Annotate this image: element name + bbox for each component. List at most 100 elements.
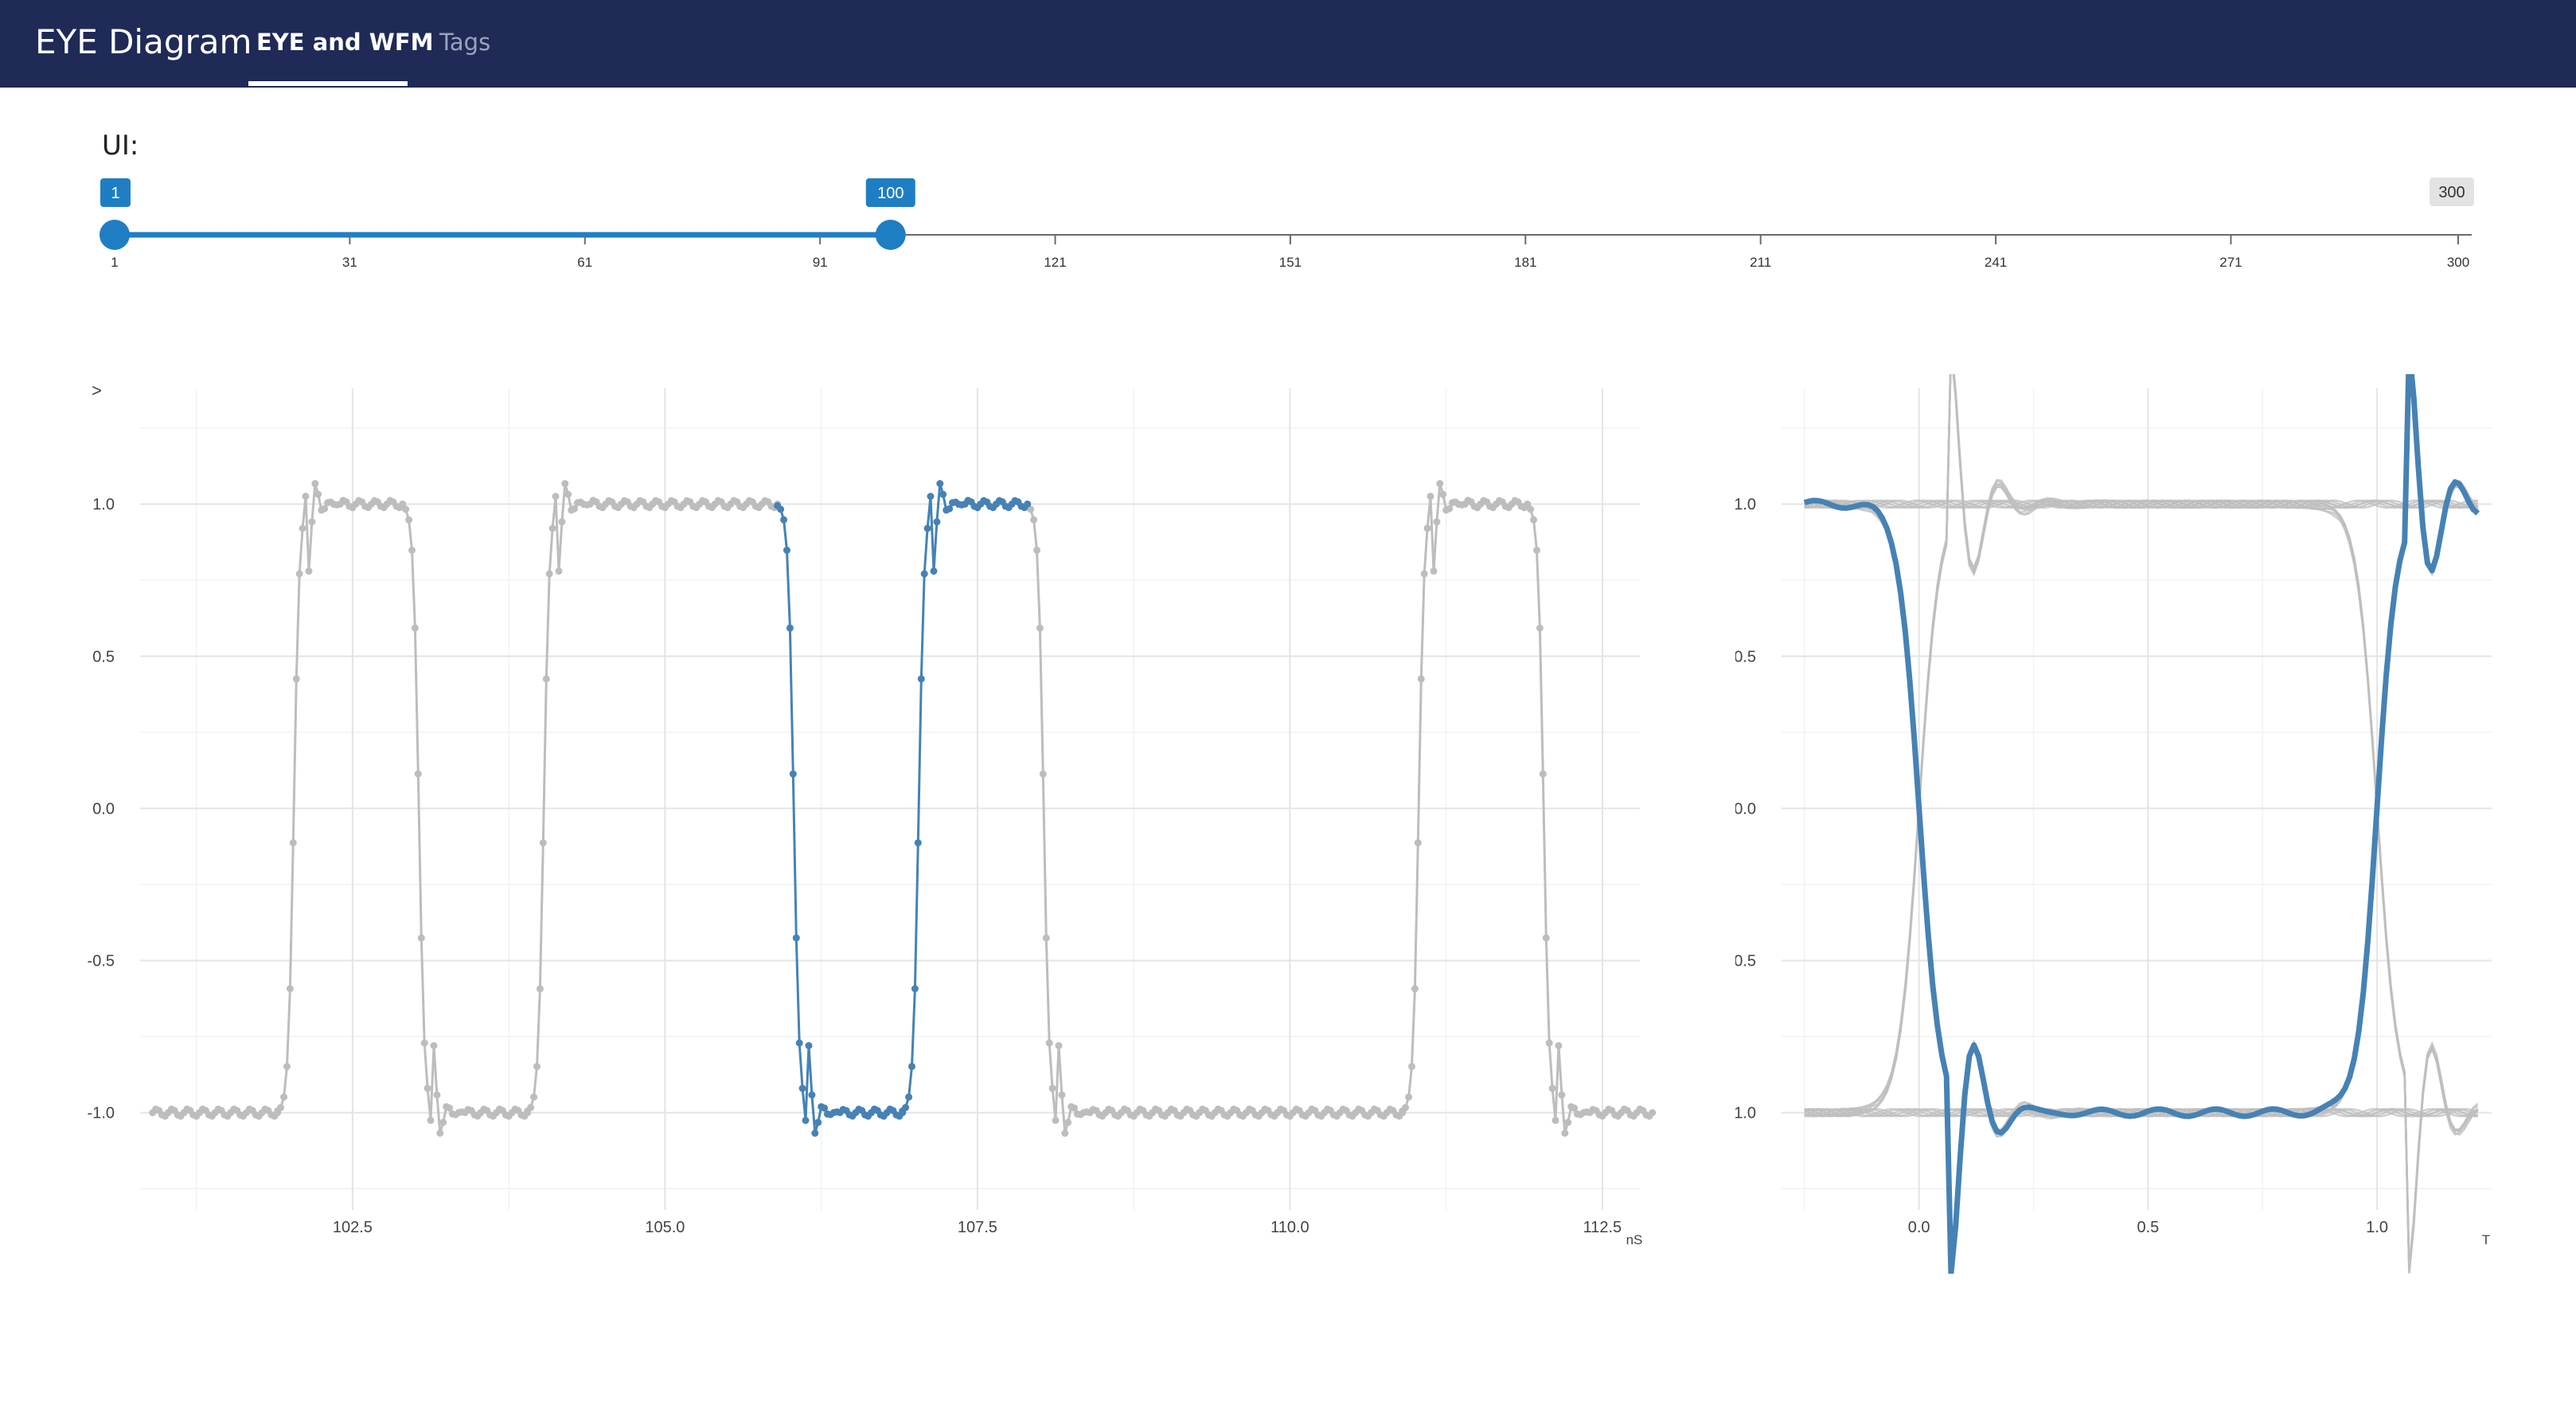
waveform-sample-point <box>402 506 410 513</box>
x-tick-label: 112.5 <box>1583 1219 1622 1236</box>
waveform-sample-point <box>280 1093 288 1101</box>
y-tick-label: -1.0 <box>1735 1105 1756 1122</box>
waveform-sample-point <box>946 505 954 513</box>
waveform-sample-point <box>939 490 947 498</box>
waveform-sample-point <box>1033 546 1040 554</box>
waveform-sample-point <box>1564 1118 1572 1126</box>
waveform-sample-point <box>1555 1042 1563 1049</box>
waveform-bit-segment <box>776 505 904 1134</box>
waveform-sample-point <box>311 480 319 487</box>
waveform-sample-point <box>571 505 579 513</box>
waveform-sample-point <box>1427 493 1434 500</box>
waveform-sample-point <box>308 518 316 525</box>
waveform-sample-point <box>292 675 300 683</box>
waveform-sample-point <box>1417 675 1425 683</box>
waveform-sample-point <box>786 624 794 632</box>
waveform-sample-point <box>1649 1109 1657 1117</box>
waveform-sample-point <box>1048 1084 1056 1092</box>
waveform-sample-point <box>321 505 329 513</box>
waveform-sample-point <box>1402 1103 1410 1111</box>
slider-tick-label: 91 <box>813 255 828 270</box>
waveform-sample-point <box>1423 525 1431 533</box>
waveform-sample-point <box>927 493 935 500</box>
ui-range-slider[interactable]: 1 31 61 91 121 151 181 211 241 271 300 1 100 300 <box>0 167 2576 279</box>
waveform-sample-point <box>1045 1039 1053 1047</box>
waveform-sample-point <box>530 1093 538 1101</box>
slider-to-label: 100 <box>877 185 904 202</box>
waveform-sample-point <box>555 567 563 575</box>
x-tick-label: 1.0 <box>2366 1219 2388 1236</box>
slider-tick-label: 271 <box>2219 255 2242 270</box>
slider-tick-label: 241 <box>1985 255 2007 270</box>
waveform-sample-point <box>423 1084 431 1092</box>
waveform-sample-point <box>414 770 422 778</box>
waveform-sample-point <box>798 1084 806 1092</box>
slider-from-handle[interactable] <box>100 220 130 250</box>
waveform-sample-point <box>1439 490 1447 498</box>
waveform-sample-point <box>427 1116 435 1124</box>
waveform-sample-point <box>545 570 553 578</box>
waveform-sample-point <box>1446 505 1454 513</box>
x-tick-label: 105.0 <box>645 1219 685 1236</box>
waveform-sample-point <box>1061 1130 1069 1137</box>
y-tick-label: 0.0 <box>1735 800 1756 818</box>
waveform-sample-point <box>536 985 544 993</box>
waveform-sample-point <box>1533 546 1540 554</box>
waveform-sample-point <box>1433 518 1441 525</box>
slider-max-label: 300 <box>2438 184 2465 201</box>
slider-tick-label: 61 <box>577 255 592 270</box>
waveform-sample-point <box>1052 1116 1060 1124</box>
waveform-sample-point <box>558 518 566 525</box>
waveform-sample-point <box>1530 516 1538 524</box>
x-tick-label: 0.5 <box>2137 1219 2159 1236</box>
waveform-sample-point <box>792 934 800 942</box>
waveform-sample-point <box>302 493 310 500</box>
y-tick-label: -1.0 <box>88 1105 115 1122</box>
y-axis-title: > <box>92 381 102 400</box>
waveform-sample-point <box>1414 839 1422 847</box>
tab-eye-and-wfm[interactable]: EYE and WFM <box>256 29 433 56</box>
x-tick-label: 107.5 <box>958 1219 997 1236</box>
waveform-sample-point <box>814 1118 822 1126</box>
waveform-sample-point <box>936 480 944 487</box>
waveform-chart[interactable]: >102.5 105.0 107.5 110.0 112.5 1.0 0.5 0.0 -0.5 -… <box>0 374 1672 1274</box>
waveform-sample-point <box>439 1118 447 1126</box>
waveform-sample-point <box>1411 985 1419 993</box>
y-tick-label: 0.5 <box>1735 648 1756 666</box>
waveform-sample-point <box>1064 1118 1072 1126</box>
slider-tick-label: 1 <box>111 255 118 270</box>
app-title[interactable]: EYE Diagram <box>35 22 252 61</box>
x-tick-label: 0.0 <box>1908 1219 1930 1236</box>
waveform-sample-point <box>1558 1091 1566 1099</box>
waveform-sample-point <box>789 770 797 778</box>
waveform-sample-point <box>539 839 547 847</box>
waveform-bit-segment <box>1526 505 1653 1134</box>
slider-ticks: 1 31 61 91 121 151 181 211 241 271 300 <box>111 235 2469 270</box>
waveform-sample-point <box>289 839 297 847</box>
y-tick-label: 1.0 <box>92 496 115 513</box>
waveform-sample-point <box>1527 506 1535 513</box>
waveform-sample-point <box>548 525 556 533</box>
navbar: EYE Diagram EYE and WFM Tags <box>0 0 2576 88</box>
waveform-sample-point <box>1420 570 1428 578</box>
slider-to-handle[interactable] <box>875 220 906 250</box>
waveform-sample-point <box>1036 624 1044 632</box>
waveform-sample-point <box>561 480 569 487</box>
slider-tick-label: 211 <box>1750 255 1771 270</box>
waveform-sample-point <box>295 570 303 578</box>
tab-tags[interactable]: Tags <box>439 29 490 56</box>
waveform-sample-point <box>780 516 788 524</box>
slider-tick-label: 181 <box>1514 255 1536 270</box>
waveform-sample-point <box>564 490 572 498</box>
waveform-sample-point <box>795 1039 803 1047</box>
x-tick-label: 102.5 <box>333 1219 373 1236</box>
slider-tick-label: 300 <box>2447 255 2469 270</box>
waveform-sample-point <box>908 1063 915 1071</box>
waveform-sample-point <box>527 1103 535 1111</box>
waveform-sample-point <box>933 518 941 525</box>
eye-chart[interactable]: 0.0 0.5 1.0 1.0 0.5 0.0 -0.5 -1.0 T <box>1735 374 2576 1274</box>
waveform-sample-point <box>433 1091 441 1099</box>
waveform-gridlines <box>140 388 1640 1210</box>
waveform-sample-point <box>1548 1084 1556 1092</box>
waveform-sample-point <box>777 506 785 513</box>
